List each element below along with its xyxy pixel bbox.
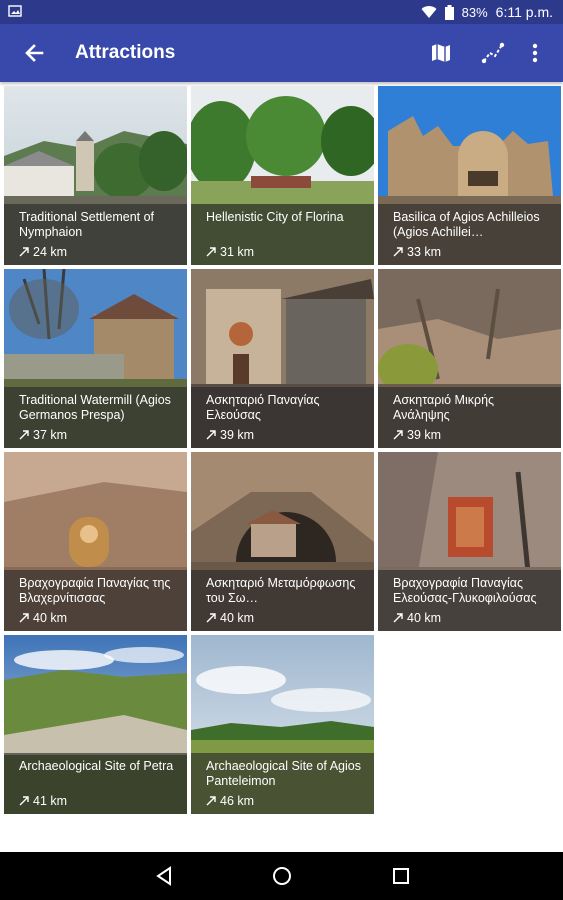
gallery-notification-icon xyxy=(8,5,22,17)
attraction-name: Traditional Watermill (Agios Germanos Pr… xyxy=(19,393,171,422)
tile-caption: Basilica of Agios Achilleios (Agios Achi… xyxy=(378,204,561,265)
distance-arrow-icon xyxy=(19,247,29,257)
tile-caption: Traditional Settlement of Nymphaion 24 k… xyxy=(4,204,187,265)
distance-arrow-icon xyxy=(206,613,216,623)
attraction-name: Basilica of Agios Achilleios (Agios Achi… xyxy=(393,210,540,239)
tile-caption: Hellenistic City of Florina 31 km xyxy=(191,204,374,265)
distance-value: 33 km xyxy=(407,245,442,259)
system-navigation-bar xyxy=(0,852,563,900)
attraction-distance: 31 km xyxy=(206,245,254,259)
attraction-tile[interactable]: Archaeological Site of Agios Panteleimon… xyxy=(191,635,374,814)
attraction-distance: 24 km xyxy=(19,245,67,259)
distance-value: 24 km xyxy=(33,245,68,259)
wifi-icon xyxy=(421,6,437,19)
distance-arrow-icon xyxy=(19,613,29,623)
attraction-distance: 39 km xyxy=(393,428,441,442)
attraction-tile[interactable]: Ασκηταριό Παναγίας Ελεούσας 39 km xyxy=(191,269,374,448)
attraction-distance: 40 km xyxy=(206,611,254,625)
distance-value: 40 km xyxy=(407,611,442,625)
status-bar: 83% 6:11 p.m. xyxy=(0,0,563,24)
attraction-name: Traditional Settlement of Nymphaion xyxy=(19,210,155,239)
tile-caption: Ασκηταριό Μεταμόρφωσης του Σω… 40 km xyxy=(191,570,374,631)
distance-arrow-icon xyxy=(393,430,403,440)
distance-arrow-icon xyxy=(19,796,29,806)
attraction-tile[interactable]: Ασκηταριό Μικρής Ανάληψης 39 km xyxy=(378,269,561,448)
attraction-distance: 37 km xyxy=(19,428,67,442)
distance-arrow-icon xyxy=(206,247,216,257)
clock: 6:11 p.m. xyxy=(495,4,553,20)
attraction-tile[interactable]: Basilica of Agios Achilleios (Agios Achi… xyxy=(378,86,561,265)
attraction-tile[interactable]: Βραχογραφία Παναγίας Ελεούσας-Γλυκοφιλού… xyxy=(378,452,561,631)
distance-value: 41 km xyxy=(33,794,68,808)
attraction-tile[interactable]: Archaeological Site of Petra 41 km xyxy=(4,635,187,814)
attraction-name: Βραχογραφία Παναγίας της Βλαχερνίτισσας xyxy=(19,576,171,605)
distance-arrow-icon xyxy=(393,247,403,257)
recents-nav-icon[interactable] xyxy=(389,864,413,888)
distance-arrow-icon xyxy=(206,796,216,806)
map-icon[interactable] xyxy=(427,39,455,67)
attraction-name: Ασκηταριό Παναγίας Ελεούσας xyxy=(206,393,320,422)
attraction-tile[interactable]: Traditional Watermill (Agios Germanos Pr… xyxy=(4,269,187,448)
distance-value: 37 km xyxy=(33,428,68,442)
distance-value: 39 km xyxy=(220,428,255,442)
attraction-distance: 33 km xyxy=(393,245,441,259)
attraction-distance: 40 km xyxy=(19,611,67,625)
attraction-distance: 39 km xyxy=(206,428,254,442)
page-title: Attractions xyxy=(75,42,176,63)
battery-icon xyxy=(444,4,454,20)
attraction-tile[interactable]: Traditional Settlement of Nymphaion 24 k… xyxy=(4,86,187,265)
attraction-name: Archaeological Site of Agios Panteleimon xyxy=(206,759,361,788)
distance-arrow-icon xyxy=(393,613,403,623)
attraction-distance: 46 km xyxy=(206,794,254,808)
attraction-name: Ασκηταριό Μικρής Ανάληψης xyxy=(393,393,495,422)
distance-value: 31 km xyxy=(220,245,255,259)
tile-caption: Βραχογραφία Παναγίας της Βλαχερνίτισσας … xyxy=(4,570,187,631)
distance-arrow-icon xyxy=(206,430,216,440)
tile-caption: Archaeological Site of Petra 41 km xyxy=(4,753,187,814)
attraction-name: Ασκηταριό Μεταμόρφωσης του Σω… xyxy=(206,576,356,605)
distance-value: 40 km xyxy=(220,611,255,625)
tile-caption: Ασκηταριό Μικρής Ανάληψης 39 km xyxy=(378,387,561,448)
attraction-tile[interactable]: Hellenistic City of Florina 31 km xyxy=(191,86,374,265)
app-bar: Attractions xyxy=(0,24,563,82)
tile-caption: Βραχογραφία Παναγίας Ελεούσας-Γλυκοφιλού… xyxy=(378,570,561,631)
tile-caption: Ασκηταριό Παναγίας Ελεούσας 39 km xyxy=(191,387,374,448)
attraction-tile[interactable]: Βραχογραφία Παναγίας της Βλαχερνίτισσας … xyxy=(4,452,187,631)
distance-arrow-icon xyxy=(19,430,29,440)
distance-value: 40 km xyxy=(33,611,68,625)
more-options-icon[interactable] xyxy=(521,39,549,67)
attraction-tile[interactable]: Ασκηταριό Μεταμόρφωσης του Σω… 40 km xyxy=(191,452,374,631)
attraction-distance: 40 km xyxy=(393,611,441,625)
home-nav-icon[interactable] xyxy=(270,864,294,888)
back-nav-icon[interactable] xyxy=(152,864,176,888)
distance-value: 46 km xyxy=(220,794,255,808)
attraction-distance: 41 km xyxy=(19,794,67,808)
tile-caption: Archaeological Site of Agios Panteleimon… xyxy=(191,753,374,814)
distance-value: 39 km xyxy=(407,428,442,442)
route-icon[interactable] xyxy=(479,39,507,67)
tile-caption: Traditional Watermill (Agios Germanos Pr… xyxy=(4,387,187,448)
battery-percentage: 83% xyxy=(461,4,488,20)
back-arrow-icon[interactable] xyxy=(20,39,48,67)
attraction-name: Archaeological Site of Petra xyxy=(19,759,174,773)
attraction-name: Hellenistic City of Florina xyxy=(206,210,344,224)
attraction-name: Βραχογραφία Παναγίας Ελεούσας-Γλυκοφιλού… xyxy=(393,576,537,605)
